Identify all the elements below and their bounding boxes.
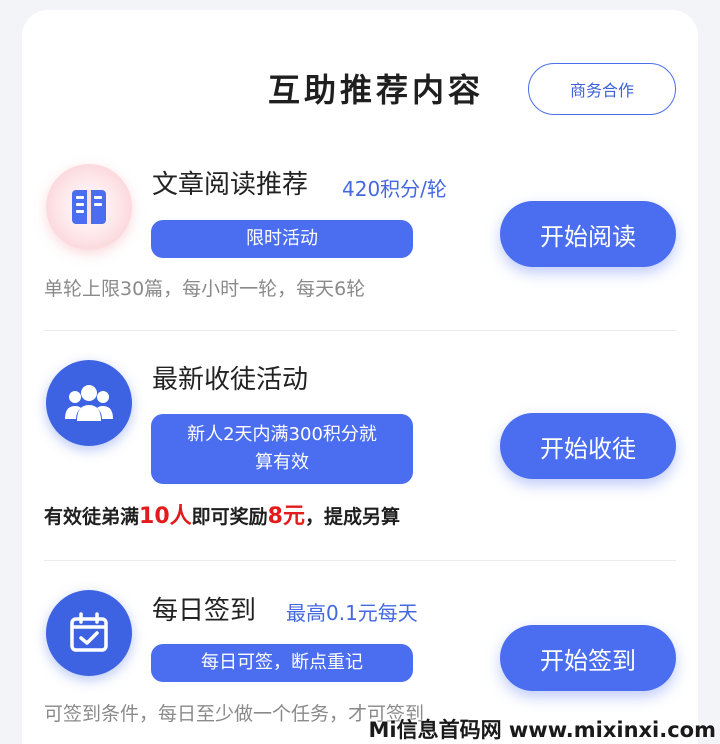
calendar-check-icon [46, 590, 132, 676]
start-reading-button[interactable]: 开始阅读 [500, 201, 676, 267]
reward-amount: 8元 [267, 504, 305, 529]
divider [44, 330, 676, 331]
signin-condition-description: 可签到条件，每日至少做一个任务，才可签到 [44, 703, 425, 725]
invite-reward-description: 有效徒弟满10人即可奖励8元，提成另算 [44, 503, 400, 531]
reward-text-2: 即可奖励 [191, 506, 268, 528]
article-reading-description: 单轮上限30篇，每小时一轮，每天6轮 [44, 278, 366, 300]
divider [44, 560, 676, 561]
start-signin-button[interactable]: 开始签到 [500, 625, 676, 691]
invite-condition-line2: 算有效 [255, 452, 309, 473]
page-title: 互助推荐内容 [268, 71, 485, 109]
reward-text-1: 有效徒弟满 [44, 506, 140, 528]
invite-condition-line1: 新人2天内满300积分就 [187, 424, 377, 445]
article-reading-title: 文章阅读推荐 [152, 170, 309, 200]
reward-count: 10人 [139, 504, 192, 529]
invite-activity-title: 最新收徒活动 [152, 365, 309, 395]
book-icon [46, 164, 132, 250]
start-invite-button[interactable]: 开始收徒 [500, 413, 676, 479]
limited-activity-badge: 限时活动 [151, 220, 413, 258]
article-reading-points: 420积分/轮 [342, 177, 447, 201]
watermark: Mi信息首码网 www.mixinxi.com [368, 718, 717, 742]
business-cooperation-button[interactable]: 商务合作 [528, 63, 676, 115]
signin-rule-badge: 每日可签，断点重记 [151, 644, 413, 682]
group-icon [46, 360, 132, 446]
daily-signin-reward: 最高0.1元每天 [286, 601, 418, 625]
reward-text-3: ，提成另算 [304, 506, 400, 528]
invite-condition-badge: 新人2天内满300积分就 算有效 [151, 414, 413, 484]
daily-signin-title: 每日签到 [152, 596, 257, 626]
